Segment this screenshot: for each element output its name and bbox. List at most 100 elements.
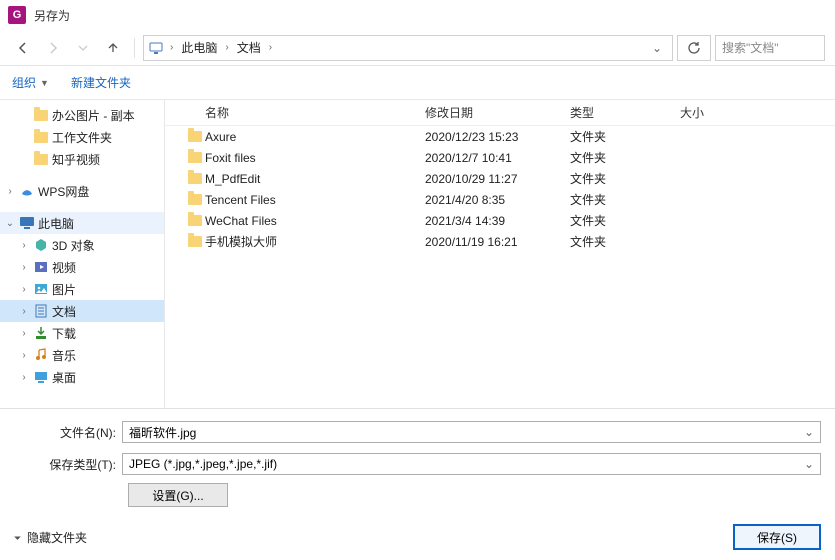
file-date: 2021/4/20 8:35 [425, 193, 570, 207]
music-icon [33, 347, 49, 363]
expand-icon[interactable]: › [18, 262, 30, 273]
expand-icon[interactable]: › [18, 284, 30, 295]
chevron-down-icon: ▼ [40, 78, 49, 88]
desktop-icon [33, 369, 49, 385]
expand-icon[interactable]: › [18, 350, 30, 361]
file-type: 文件夹 [570, 212, 680, 229]
file-list: 名称 修改日期 类型 大小 Axure2020/12/23 15:23文件夹Fo… [165, 100, 835, 408]
separator [134, 38, 135, 58]
expand-icon[interactable]: › [18, 240, 30, 251]
chevron-right-icon[interactable]: › [166, 42, 177, 53]
folder-icon [33, 151, 49, 167]
expand-icon[interactable]: › [18, 372, 30, 383]
tree-item[interactable]: ›下载 [0, 322, 164, 344]
tree-item[interactable]: ›桌面 [0, 366, 164, 388]
folder-icon [185, 215, 205, 226]
downloads-icon [33, 325, 49, 341]
column-date[interactable]: 修改日期 [425, 104, 570, 121]
tree-item-label: 办公图片 - 副本 [52, 107, 135, 124]
tree-item[interactable]: 办公图片 - 副本 [0, 104, 164, 126]
forward-button[interactable] [40, 35, 66, 61]
tree-item-label: 文档 [52, 303, 76, 320]
expand-icon[interactable]: › [4, 186, 16, 197]
navigation-bar: › 此电脑 › 文档 › ⌄ 搜索"文档" [0, 30, 835, 66]
list-item[interactable]: M_PdfEdit2020/10/29 11:27文件夹 [165, 168, 835, 189]
folder-icon [33, 129, 49, 145]
save-button[interactable]: 保存(S) [733, 524, 821, 550]
tree-item[interactable]: 知乎视频 [0, 148, 164, 170]
tree-item-label: 视频 [52, 259, 76, 276]
file-date: 2021/3/4 14:39 [425, 214, 570, 228]
tree-item[interactable]: › WPS网盘 [0, 180, 164, 202]
tree-item[interactable]: › 视频 [0, 256, 164, 278]
folder-icon [185, 173, 205, 184]
file-name: 手机模拟大师 [205, 233, 425, 250]
tree-item-label: 知乎视频 [52, 151, 100, 168]
breadcrumb-item[interactable]: 此电脑 [179, 39, 219, 56]
new-folder-button[interactable]: 新建文件夹 [71, 74, 131, 91]
chevron-right-icon[interactable]: › [221, 42, 232, 53]
breadcrumb[interactable]: › 此电脑 › 文档 › ⌄ [143, 35, 673, 61]
tree-item[interactable]: ⌄ 此电脑 [0, 212, 164, 234]
pictures-icon [33, 281, 49, 297]
pc-icon [19, 215, 35, 231]
tree-item[interactable]: ›图片 [0, 278, 164, 300]
wps-icon [19, 183, 35, 199]
up-button[interactable] [100, 35, 126, 61]
file-name: Axure [205, 130, 425, 144]
tree-item[interactable]: › 音乐 [0, 344, 164, 366]
search-input[interactable]: 搜索"文档" [715, 35, 825, 61]
settings-button[interactable]: 设置(G)... [128, 483, 228, 507]
chevron-down-icon[interactable]: ⌄ [804, 457, 814, 471]
tree-item[interactable]: 工作文件夹 [0, 126, 164, 148]
file-name: WeChat Files [205, 214, 425, 228]
chevron-down-icon[interactable]: ⌄ [646, 41, 668, 55]
window-title: 另存为 [34, 7, 70, 24]
video-icon [33, 259, 49, 275]
chevron-right-icon[interactable]: › [265, 42, 276, 53]
tree-item[interactable]: ›3D 对象 [0, 234, 164, 256]
title-bar: G 另存为 [0, 0, 835, 30]
docs-icon [33, 303, 49, 319]
filename-label: 文件名(N): [14, 424, 122, 441]
recent-locations-button[interactable] [70, 35, 96, 61]
search-placeholder: 搜索"文档" [722, 39, 779, 56]
column-size[interactable]: 大小 [680, 104, 760, 121]
list-item[interactable]: 手机模拟大师2020/11/19 16:21文件夹 [165, 231, 835, 252]
list-item[interactable]: Tencent Files2021/4/20 8:35文件夹 [165, 189, 835, 210]
tree-item-label: 音乐 [52, 347, 76, 364]
back-button[interactable] [10, 35, 36, 61]
filetype-select[interactable]: JPEG (*.jpg,*.jpeg,*.jpe,*.jif) ⌄ [122, 453, 821, 475]
tree-item-label: WPS网盘 [38, 183, 89, 200]
pc-icon [148, 40, 164, 56]
list-body[interactable]: Axure2020/12/23 15:23文件夹Foxit files2020/… [165, 126, 835, 408]
folder-icon [185, 194, 205, 205]
tree-item-label: 此电脑 [38, 215, 74, 232]
file-type: 文件夹 [570, 149, 680, 166]
folder-icon [185, 152, 205, 163]
folder-icon [33, 107, 49, 123]
expand-icon[interactable]: ⌄ [4, 218, 16, 229]
refresh-button[interactable] [677, 35, 711, 61]
list-item[interactable]: Axure2020/12/23 15:23文件夹 [165, 126, 835, 147]
expand-icon[interactable]: › [18, 328, 30, 339]
chevron-down-icon[interactable]: ⌄ [804, 425, 814, 439]
file-type: 文件夹 [570, 170, 680, 187]
chevron-down-icon: 🞃 [14, 532, 21, 543]
filename-input[interactable]: 福昕软件.jpg ⌄ [122, 421, 821, 443]
expand-icon[interactable]: › [18, 306, 30, 317]
file-date: 2020/10/29 11:27 [425, 172, 570, 186]
tree-item-label: 工作文件夹 [52, 129, 112, 146]
folder-tree[interactable]: 办公图片 - 副本工作文件夹知乎视频›WPS网盘⌄此电脑›3D 对象›视频›图片… [0, 100, 165, 408]
file-type: 文件夹 [570, 191, 680, 208]
hide-folders-button[interactable]: 🞃 隐藏文件夹 [14, 529, 87, 546]
tree-item[interactable]: › 文档 [0, 300, 164, 322]
organize-button[interactable]: 组织 ▼ [12, 74, 49, 91]
column-name[interactable]: 名称 [205, 104, 425, 121]
column-type[interactable]: 类型 [570, 104, 680, 121]
breadcrumb-item[interactable]: 文档 [235, 39, 263, 56]
list-item[interactable]: Foxit files2020/12/7 10:41文件夹 [165, 147, 835, 168]
list-header[interactable]: 名称 修改日期 类型 大小 [165, 100, 835, 126]
file-type: 文件夹 [570, 233, 680, 250]
list-item[interactable]: WeChat Files2021/3/4 14:39文件夹 [165, 210, 835, 231]
